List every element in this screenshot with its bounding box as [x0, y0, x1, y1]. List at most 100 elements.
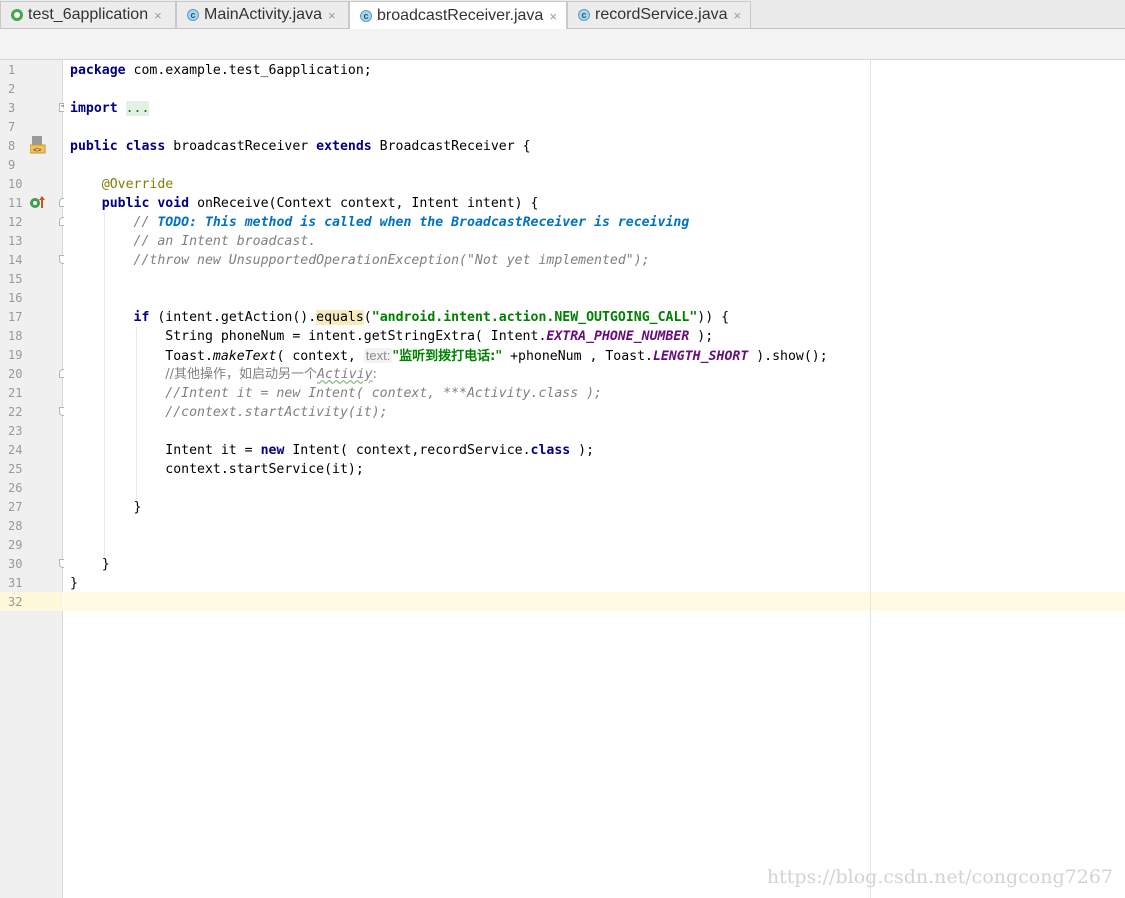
current-line-highlight [64, 592, 1125, 611]
keyword: public [101, 196, 150, 211]
code-line-17: if (intent.getAction().equals("android.i… [70, 308, 729, 327]
close-tab-icon[interactable]: × [154, 8, 162, 23]
tab-label: recordService.java [595, 6, 728, 23]
line-number: 16 [8, 291, 23, 305]
constant: LENGTH_SHORT [652, 349, 749, 364]
java-class-icon: c [187, 9, 199, 21]
override-method-icon[interactable] [29, 196, 45, 210]
code-line-31: } [70, 574, 78, 593]
string-literal: "监听到拨打电话:" [392, 349, 503, 364]
keyword: extends [316, 139, 372, 154]
code-line-10: @Override [70, 175, 173, 194]
right-margin-guide [870, 60, 871, 898]
code-text: ).show(); [748, 349, 828, 364]
comment: // [133, 215, 158, 230]
line-number: 7 [8, 120, 16, 134]
code-line-12: // TODO: This method is called when the … [70, 213, 690, 232]
keyword: new [260, 443, 285, 458]
keyword: public [70, 139, 118, 154]
comment: : [372, 367, 378, 382]
line-number: 12 [8, 215, 23, 229]
line-number: 8 [8, 139, 16, 153]
code-text: Intent( context,recordService. [284, 443, 531, 458]
line-number: 14 [8, 253, 23, 267]
todo-comment: TODO: This method is called when the Bro… [157, 215, 690, 230]
keyword: package [70, 63, 126, 78]
closing-brace: } [101, 557, 110, 572]
line-number: 20 [8, 367, 23, 381]
code-text: (intent.getAction(). [149, 310, 317, 325]
code-text: com.example.test_6application; [125, 63, 372, 78]
tab-label: MainActivity.java [204, 6, 322, 23]
close-tab-icon[interactable]: × [549, 9, 557, 24]
code-editor[interactable] [64, 60, 1125, 898]
watermark: https://blog.csdn.net/congcong7267 [766, 866, 1113, 888]
code-line-21: //Intent it = new Intent( context, ***Ac… [70, 384, 602, 403]
code-line-19: Toast.makeText( context, text: "监听到拨打电话:"… [70, 346, 828, 365]
code-text: Intent it = [165, 443, 261, 458]
highlighted-method: equals [316, 310, 364, 325]
line-number: 13 [8, 234, 23, 248]
class-name: broadcastReceiver [165, 139, 317, 154]
code-line-20: //其他操作，如启动另一个Activiy: [70, 365, 377, 384]
line-number: 24 [8, 443, 23, 457]
class-receiver-icon[interactable]: <> [30, 136, 47, 155]
code-line-30: } [70, 555, 110, 574]
typo-word: Activiy [317, 367, 373, 382]
code-line-18: String phoneNum = intent.getStringExtra(… [70, 327, 713, 346]
tab-main-activity[interactable]: c MainActivity.java × [176, 1, 349, 28]
line-number: 18 [8, 329, 23, 343]
line-number: 19 [8, 348, 23, 362]
annotation: @Override [101, 177, 174, 192]
comment: //其他操作，如启动另一个 [165, 367, 318, 382]
line-number: 9 [8, 158, 16, 172]
code-line-8: public class broadcastReceiver extends B… [70, 137, 531, 156]
tab-record-service[interactable]: c recordService.java × [567, 1, 751, 28]
code-line-11: public void onReceive(Context context, I… [70, 194, 539, 213]
code-text: )) { [697, 310, 730, 325]
tab-test-6application[interactable]: test_6application × [0, 1, 176, 28]
line-number: 17 [8, 310, 23, 324]
closing-brace: } [133, 500, 142, 515]
line-number: 11 [8, 196, 23, 210]
code-line-1: package com.example.test_6application; [70, 61, 372, 80]
line-number: 10 [8, 177, 23, 191]
line-number: 3 [8, 101, 16, 115]
line-number: 1 [8, 63, 16, 77]
close-tab-icon[interactable]: × [734, 8, 742, 23]
code-text: BroadcastReceiver { [371, 139, 531, 154]
keyword: void [157, 196, 190, 211]
tab-label: test_6application [28, 6, 149, 23]
code-text: ( [363, 310, 372, 325]
code-line-14: //throw new UnsupportedOperationExceptio… [70, 251, 650, 270]
code-line-24: Intent it = new Intent( context,recordSe… [70, 441, 594, 460]
line-number: 29 [8, 538, 23, 552]
line-number: 15 [8, 272, 23, 286]
line-number: 22 [8, 405, 23, 419]
code-text: context.startService(it); [165, 462, 364, 477]
folded-imports[interactable]: ... [125, 101, 150, 116]
code-line-25: context.startService(it); [70, 460, 364, 479]
line-number: 21 [8, 386, 23, 400]
breadcrumb-strip [0, 29, 1125, 60]
svg-text:<>: <> [33, 146, 41, 154]
close-tab-icon[interactable]: × [328, 8, 336, 23]
code-text: ( context, [276, 349, 364, 364]
line-number: 31 [8, 576, 23, 590]
editor-tab-bar: test_6application × c MainActivity.java … [0, 0, 1125, 30]
comment: //Intent it = new Intent( context, ***Ac… [165, 386, 602, 401]
code-line-22: //context.startActivity(it); [70, 403, 387, 422]
closing-brace: } [70, 576, 78, 591]
tab-label: broadcastReceiver.java [377, 7, 544, 24]
code-line-27: } [70, 498, 142, 517]
comment: // an Intent broadcast. [133, 234, 317, 249]
java-class-icon: c [360, 10, 372, 22]
code-text: ); [689, 329, 714, 344]
java-class-icon: c [578, 9, 590, 21]
line-number: 30 [8, 557, 23, 571]
tab-broadcast-receiver[interactable]: c broadcastReceiver.java × [349, 1, 567, 30]
code-text: Toast. [165, 349, 213, 364]
code-text: ); [570, 443, 595, 458]
code-line-3: import ... [70, 99, 150, 118]
code-text: String phoneNum = intent.getStringExtra(… [165, 329, 547, 344]
